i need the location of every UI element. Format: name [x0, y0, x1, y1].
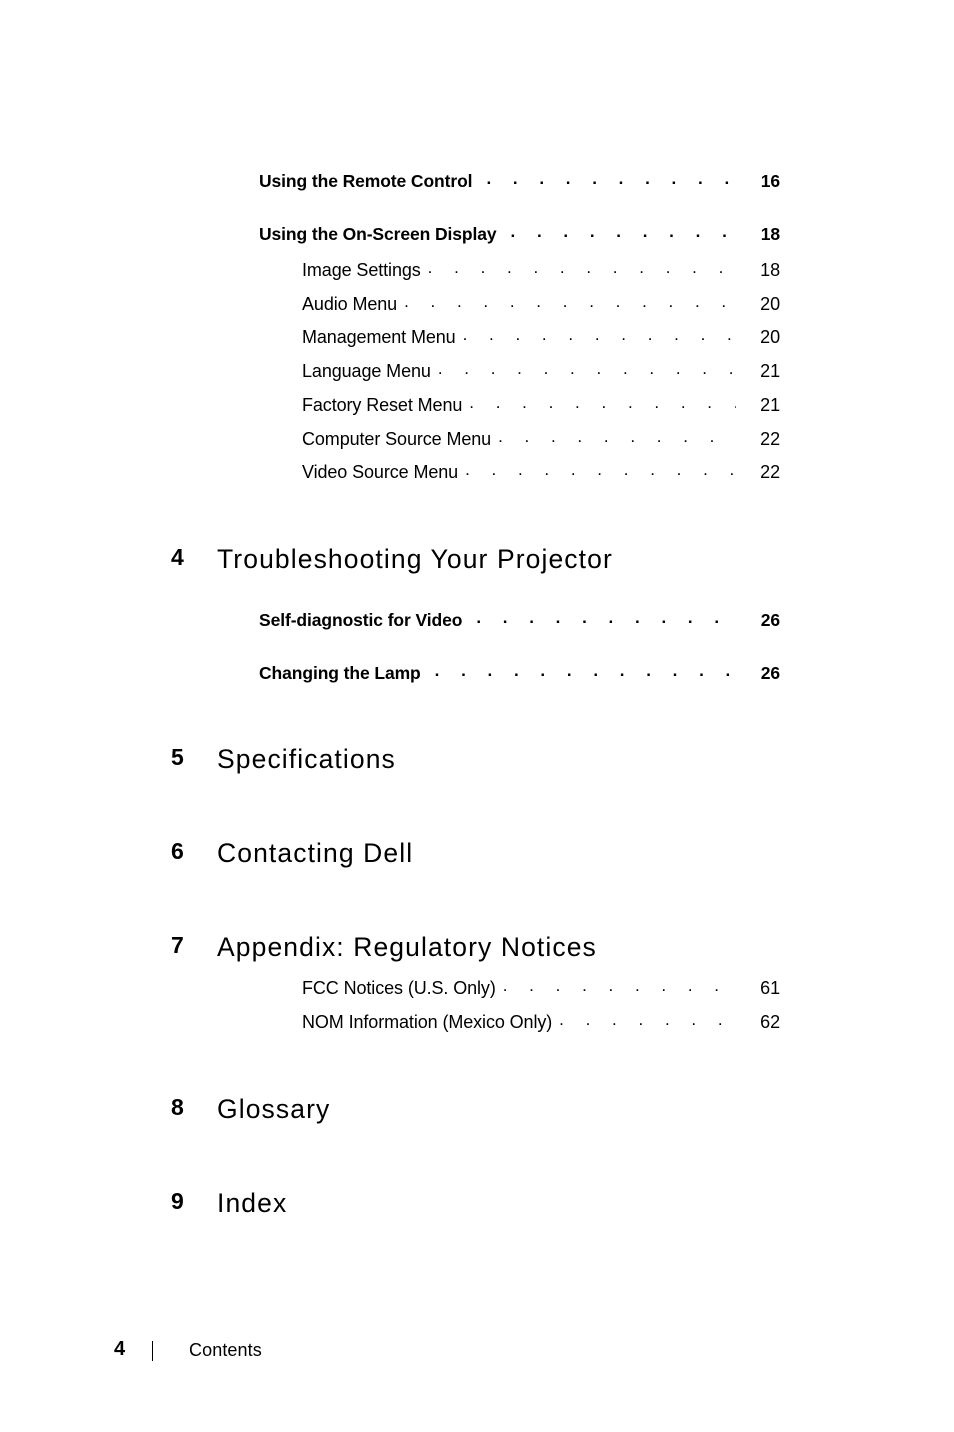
dot-leader: [559, 1010, 736, 1028]
toc-entry[interactable]: Audio Menu 20: [302, 292, 780, 315]
toc-entry-label: Image Settings: [302, 260, 421, 280]
toc-entry-label: NOM Information (Mexico Only): [302, 1012, 553, 1032]
dot-leader: [469, 393, 736, 411]
toc-entry-page-number: 22: [760, 429, 780, 449]
toc-entry-page-number: 22: [760, 462, 780, 482]
toc-entry-label: Factory Reset Menu: [302, 395, 463, 415]
dot-leader: [503, 976, 736, 994]
toc-entry[interactable]: Video Source Menu 22: [302, 460, 780, 483]
toc-entry-page-number: 16: [760, 170, 780, 191]
dot-leader: [486, 169, 736, 187]
dot-leader: [435, 661, 736, 679]
toc-entry[interactable]: FCC Notices (U.S. Only) 61: [302, 976, 780, 999]
dot-leader: [511, 222, 737, 240]
dot-leader: [404, 292, 736, 310]
toc-entry[interactable]: Image Settings 18: [302, 258, 780, 281]
toc-page: Using the Remote Control 16 Using the On-S…: [0, 0, 954, 1432]
footer-divider: [152, 1341, 153, 1361]
toc-entry-label: FCC Notices (U.S. Only): [302, 978, 496, 998]
chapter-title: Appendix: Regulatory Notices: [217, 932, 597, 962]
toc-entry-label: Language Menu: [302, 361, 431, 381]
chapter-number: 4: [171, 544, 184, 570]
footer-page-number: 4: [114, 1338, 126, 1360]
chapter-title: Contacting Dell: [217, 838, 414, 868]
chapter-title: Specifications: [217, 744, 396, 774]
toc-entry[interactable]: Self-diagnostic for Video 26: [259, 608, 780, 631]
toc-entry-page-number: 62: [760, 1012, 780, 1032]
toc-entry[interactable]: Factory Reset Menu 21: [302, 393, 780, 416]
chapter-number: 8: [171, 1094, 184, 1120]
toc-entry[interactable]: Language Menu 21: [302, 359, 780, 382]
dot-leader: [476, 608, 736, 626]
toc-entry-label: Management Menu: [302, 327, 456, 347]
chapter-number: 7: [171, 932, 184, 958]
toc-entry-page-number: 26: [760, 609, 780, 630]
dot-leader: [465, 460, 736, 478]
toc-entry[interactable]: Management Menu 20: [302, 325, 780, 348]
dot-leader: [463, 325, 736, 343]
dot-leader: [438, 359, 736, 377]
chapter-title: Glossary: [217, 1094, 331, 1124]
toc-entry-label: Self-diagnostic for Video: [259, 609, 463, 630]
toc-entry-page-number: 21: [760, 361, 780, 381]
toc-entry[interactable]: Computer Source Menu 22: [302, 427, 780, 450]
toc-entry-page-number: 61: [760, 978, 780, 998]
toc-entry-label: Changing the Lamp: [259, 662, 421, 683]
toc-entry-label: Video Source Menu: [302, 462, 459, 482]
toc-entry-page-number: 21: [760, 395, 780, 415]
chapter-number: 6: [171, 838, 184, 864]
toc-entry-label: Computer Source Menu: [302, 429, 492, 449]
toc-entry-label: Using the Remote Control: [259, 170, 473, 191]
toc-entry-page-number: 20: [760, 294, 780, 314]
toc-entry[interactable]: Using the On-Screen Display 18: [259, 222, 780, 245]
dot-leader: [498, 427, 736, 445]
chapter-number: 9: [171, 1188, 184, 1214]
toc-entry-page-number: 20: [760, 327, 780, 347]
toc-entry-page-number: 26: [760, 662, 780, 683]
dot-leader: [428, 258, 736, 276]
toc-entry[interactable]: NOM Information (Mexico Only) 62: [302, 1010, 780, 1033]
toc-entry[interactable]: Changing the Lamp 26: [259, 661, 780, 684]
chapter-title: Troubleshooting Your Projector: [217, 544, 613, 574]
toc-entry-label: Using the On-Screen Display: [259, 223, 497, 244]
toc-entry[interactable]: Using the Remote Control 16: [259, 169, 780, 192]
footer-section-title: Contents: [189, 1340, 262, 1360]
chapter-title: Index: [217, 1188, 288, 1218]
toc-entry-page-number: 18: [760, 260, 780, 280]
toc-entry-page-number: 18: [760, 223, 780, 244]
chapter-number: 5: [171, 744, 184, 770]
toc-entry-label: Audio Menu: [302, 294, 398, 314]
page-footer: 4 Contents: [0, 1338, 954, 1368]
